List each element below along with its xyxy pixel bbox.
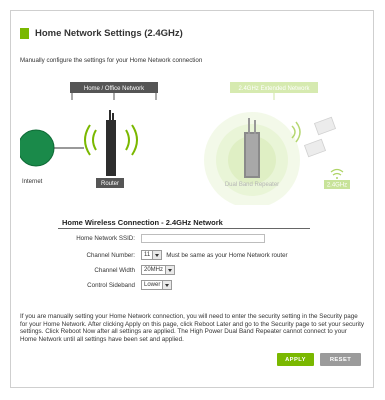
wifi-icon: [330, 168, 344, 179]
router-label: Router: [101, 181, 119, 187]
reset-button[interactable]: RESET: [320, 353, 361, 366]
info-paragraph: If you are manually setting your Home Ne…: [20, 313, 365, 343]
page-title: Home Network Settings (2.4GHz): [35, 28, 183, 39]
section-title: Home Wireless Connection - 2.4GHz Networ…: [62, 218, 223, 227]
extended-network-label: 2.4GHz Extended Network: [238, 86, 310, 92]
channel-row: Channel Number: 11 Must be same as your …: [20, 249, 288, 261]
intro-text: Manually configure the settings for your…: [20, 57, 203, 64]
ssid-label: Home Network SSID:: [76, 234, 135, 242]
sideband-select[interactable]: Lower: [141, 280, 173, 290]
ssid-input[interactable]: [141, 233, 265, 243]
sideband-label: Control Sideband: [87, 281, 135, 289]
channel-label: Channel Number:: [86, 251, 136, 259]
width-select[interactable]: 20MHz: [141, 265, 176, 275]
width-row: Channel Width 20MHz: [20, 264, 176, 276]
width-value: 20MHz: [144, 267, 164, 273]
repeater-label: Dual Band Repeater: [225, 182, 279, 188]
width-label: Channel Width: [94, 266, 135, 274]
apply-button[interactable]: APPLY: [277, 353, 314, 366]
channel-value: 11: [144, 252, 151, 258]
chevron-down-icon: [152, 251, 162, 259]
sideband-row: Control Sideband Lower: [20, 279, 173, 291]
ssid-row: Home Network SSID:: [20, 232, 265, 244]
channel-note: Must be same as your Home Network router: [166, 251, 288, 259]
internet-globe-icon: [20, 129, 84, 167]
sideband-value: Lower: [144, 282, 161, 288]
chevron-down-icon: [165, 266, 175, 274]
network-diagram: Home / Office Network 2.4GHz Extended Ne…: [20, 82, 350, 205]
page-header: Home Network Settings (2.4GHz): [20, 28, 183, 39]
home-network-label: Home / Office Network: [84, 86, 145, 92]
router-icon: [84, 110, 138, 176]
title-marker: [20, 28, 29, 39]
band-label: 2.4GHz: [327, 183, 347, 189]
chevron-down-icon: [162, 281, 172, 289]
channel-select[interactable]: 11: [141, 250, 163, 260]
section-divider: [58, 228, 310, 229]
internet-label: Internet: [22, 179, 43, 185]
